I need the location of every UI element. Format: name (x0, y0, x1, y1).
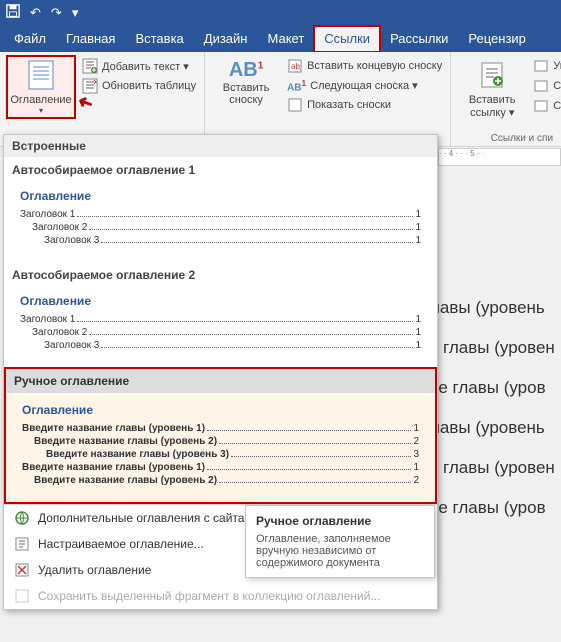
save-selection-to-gallery: Сохранить выделенный фрагмент в коллекци… (4, 583, 437, 609)
tab-design[interactable]: Дизайн (194, 26, 258, 52)
gallery-item-auto1[interactable]: Автособираемое оглавление 1 Оглавление З… (4, 157, 437, 262)
undo-icon[interactable]: ↶ (30, 5, 41, 21)
tab-insert[interactable]: Вставка (125, 26, 193, 52)
tooltip-title: Ручное оглавление (256, 514, 424, 528)
tab-review[interactable]: Рецензир (458, 26, 536, 52)
next-footnote-button[interactable]: AB1 Следующая сноска ▾ (285, 77, 444, 94)
quick-access-toolbar: ↶ ↷ ▾ (0, 0, 561, 25)
toc-button-label: Оглавление (10, 94, 71, 106)
insert-endnote-button[interactable]: ab Вставить концевую сноску (285, 57, 444, 75)
tooltip: Ручное оглавление Оглавление, заполняемо… (245, 505, 435, 578)
update-table-button[interactable]: Обновить таблицу (80, 77, 198, 95)
gallery-item-manual-head: Ручное оглавление (6, 369, 435, 393)
tab-mailings[interactable]: Рассылки (380, 26, 458, 52)
show-notes-button[interactable]: Показать сноски (285, 96, 444, 114)
tab-references[interactable]: Ссылки (314, 26, 380, 52)
manage-sources-button[interactable]: Упра (531, 57, 561, 75)
save-icon[interactable] (6, 4, 20, 21)
gallery-section-builtin: Встроенные (4, 135, 437, 157)
toc-button[interactable]: Оглавление ▾ (6, 55, 76, 119)
tooltip-body: Оглавление, заполняемое вручную независи… (256, 533, 424, 569)
insert-footnote-button[interactable]: AB1 Вставить сноску (211, 55, 281, 114)
tab-file[interactable]: Файл (4, 26, 56, 52)
tab-layout[interactable]: Макет (257, 26, 314, 52)
style-button[interactable]: Стиль (531, 77, 561, 95)
redo-icon[interactable]: ↷ (51, 5, 62, 21)
gallery-item-manual[interactable]: Оглавление Введите название главы (урове… (6, 393, 435, 502)
qat-more-icon[interactable]: ▾ (72, 5, 79, 21)
insert-link-button[interactable]: Вставить ссылку ▾ (457, 55, 527, 123)
ribbon: ➜ Оглавление ▾ Добавить текст ▾ Обновить… (0, 52, 561, 147)
bibliography-button[interactable]: Спис (531, 97, 561, 115)
group-label-links: Ссылки и спи (451, 133, 561, 144)
add-text-button[interactable]: Добавить текст ▾ (80, 57, 198, 75)
svg-text:ab: ab (291, 62, 300, 71)
ribbon-tabs: Файл Главная Вставка Дизайн Макет Ссылки… (0, 25, 561, 52)
gallery-item-auto2[interactable]: Автособираемое оглавление 2 Оглавление З… (4, 262, 437, 367)
tab-home[interactable]: Главная (56, 26, 125, 52)
dropdown-icon: ▾ (39, 106, 43, 115)
